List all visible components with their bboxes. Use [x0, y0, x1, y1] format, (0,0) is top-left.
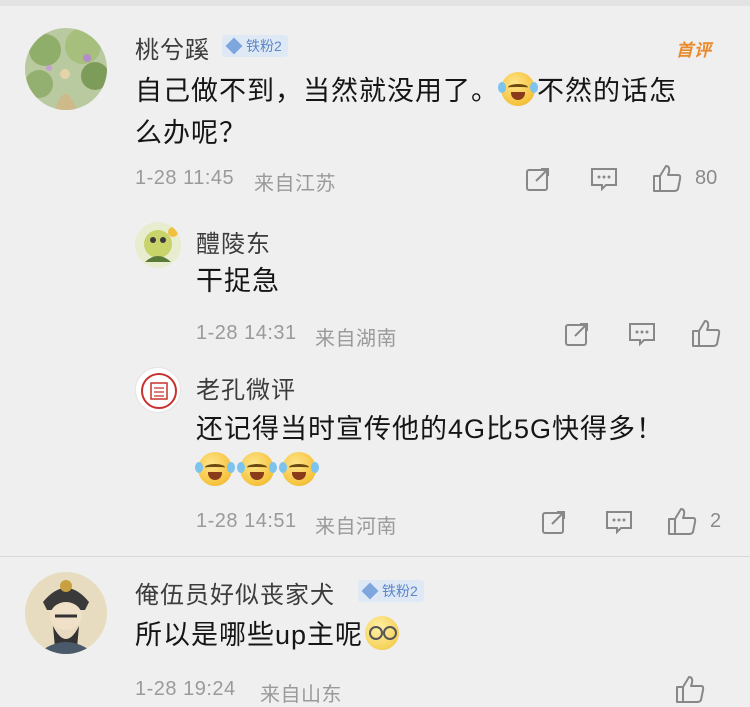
username[interactable]: 醴陵东 — [196, 224, 271, 259]
comment-time: 1-28 19:24 — [135, 678, 236, 700]
username[interactable]: 俺伍员好似丧家犬 — [135, 575, 335, 610]
first-comment-tag: 首评 — [676, 41, 712, 60]
comment-text-part: 不然的话怎 — [537, 76, 677, 106]
comment-text: 自己做不到，当然就没用了。 不然的话怎 么办呢？ — [135, 70, 715, 154]
comment-time: 1-28 11:45 — [135, 167, 235, 189]
fan-badge[interactable]: 铁粉2 — [222, 35, 288, 57]
thumbs-up-icon[interactable] — [674, 674, 706, 704]
like-count: 2 — [710, 510, 722, 532]
laugh-cry-emoji — [237, 452, 277, 486]
share-icon[interactable] — [524, 165, 552, 193]
thumbs-up-icon[interactable] — [666, 506, 698, 536]
comment-location: 来自山东 — [260, 684, 342, 706]
username[interactable]: 老孔微评 — [196, 370, 296, 405]
share-icon[interactable] — [563, 320, 591, 348]
avatar[interactable] — [135, 367, 181, 413]
comment-text-part: 所以是哪些up主呢 — [135, 620, 364, 650]
comment-icon[interactable] — [589, 166, 619, 192]
avatar[interactable] — [25, 28, 107, 110]
comment-location: 来自江苏 — [254, 173, 336, 195]
reply-time: 1-28 14:31 — [196, 322, 297, 344]
like-count: 80 — [695, 167, 718, 189]
comment-text-part: 么办呢？ — [135, 118, 247, 148]
reply-location: 来自湖南 — [315, 328, 397, 350]
reply-text-part: 还记得当时宣传他的4G比5G快得多！ — [196, 414, 665, 444]
reply-text: 干捉急 — [196, 266, 280, 296]
diamond-icon — [361, 582, 379, 600]
badge-label: 铁粉2 — [382, 583, 418, 599]
thumbs-up-icon[interactable] — [690, 318, 722, 348]
comment-text: 所以是哪些up主呢 — [135, 614, 401, 656]
share-icon[interactable] — [540, 508, 568, 536]
avatar[interactable] — [135, 222, 181, 268]
laugh-cry-emoji — [498, 72, 538, 106]
username[interactable]: 桃兮蹊 — [135, 30, 210, 65]
laugh-cry-emoji — [279, 452, 319, 486]
diamond-icon — [225, 37, 243, 55]
reply-location: 来自河南 — [315, 516, 397, 538]
glasses-emoji — [365, 616, 400, 650]
reply-time: 1-28 14:51 — [196, 510, 297, 532]
comment-text-part: 自己做不到，当然就没用了。 — [135, 76, 499, 106]
comment-icon[interactable] — [627, 321, 657, 347]
reply-text: 还记得当时宣传他的4G比5G快得多！ — [195, 408, 716, 492]
fan-badge[interactable]: 铁粉2 — [358, 580, 424, 602]
comment-divider — [0, 556, 750, 557]
laugh-cry-emoji — [195, 452, 235, 486]
comment-icon[interactable] — [604, 509, 634, 535]
top-separator — [0, 0, 750, 6]
badge-label: 铁粉2 — [246, 38, 282, 54]
avatar[interactable] — [25, 572, 107, 654]
thumbs-up-icon[interactable] — [651, 163, 683, 193]
